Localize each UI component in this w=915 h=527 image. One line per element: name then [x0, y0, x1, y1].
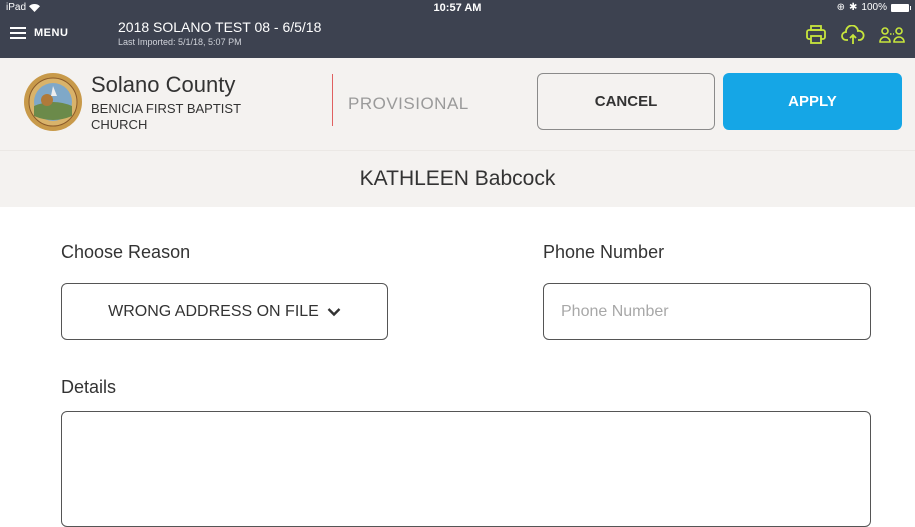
- county-name: Solano County: [91, 72, 236, 97]
- details-textarea[interactable]: [61, 411, 871, 527]
- precinct-name: BENICIA FIRST BAPTIST CHURCH: [91, 101, 241, 132]
- status-bar-right: ⊕ ✱ 100%: [836, 2, 911, 13]
- reason-dropdown[interactable]: WRONG ADDRESS ON FILE: [61, 283, 388, 340]
- details-label: Details: [61, 377, 117, 397]
- header-icons: [805, 25, 905, 45]
- location-bar: Solano County BENICIA FIRST BAPTIST CHUR…: [0, 58, 915, 150]
- menu-label: MENU: [34, 27, 69, 39]
- voter-name: KATHLEEN Babcock: [359, 167, 556, 190]
- hamburger-icon: [10, 27, 26, 39]
- choose-reason-label: Choose Reason: [61, 242, 191, 262]
- battery-percent: 100%: [861, 2, 887, 13]
- mode-label: PROVISIONAL: [348, 94, 469, 113]
- phone-number-input[interactable]: [543, 283, 871, 340]
- battery-icon: [891, 3, 911, 12]
- users-sync-icon[interactable]: [879, 26, 905, 44]
- election-title: 2018 SOLANO TEST 08 - 6/5/18: [118, 19, 322, 35]
- county-seal-logo: [24, 73, 82, 131]
- menu-button[interactable]: MENU: [10, 27, 68, 39]
- app-header: iPad 10:57 AM ⊕ ✱ 100% MENU 2018 SOLANO …: [0, 0, 915, 58]
- status-time: 10:57 AM: [433, 2, 482, 14]
- cancel-button[interactable]: CANCEL: [537, 73, 715, 130]
- printer-icon[interactable]: [805, 25, 827, 45]
- phone-number-label: Phone Number: [543, 242, 665, 262]
- bluetooth-icon: ✱: [849, 2, 858, 13]
- header-divider: [332, 74, 333, 126]
- orientation-lock-icon: ⊕: [836, 2, 846, 13]
- apply-button[interactable]: APPLY: [723, 73, 902, 130]
- chevron-down-icon: [327, 307, 341, 316]
- last-imported: Last Imported: 5/1/18, 5:07 PM: [118, 37, 242, 47]
- cloud-upload-icon[interactable]: [841, 25, 865, 45]
- voter-name-bar: KATHLEEN Babcock: [0, 150, 915, 207]
- reason-value: WRONG ADDRESS ON FILE: [108, 302, 319, 320]
